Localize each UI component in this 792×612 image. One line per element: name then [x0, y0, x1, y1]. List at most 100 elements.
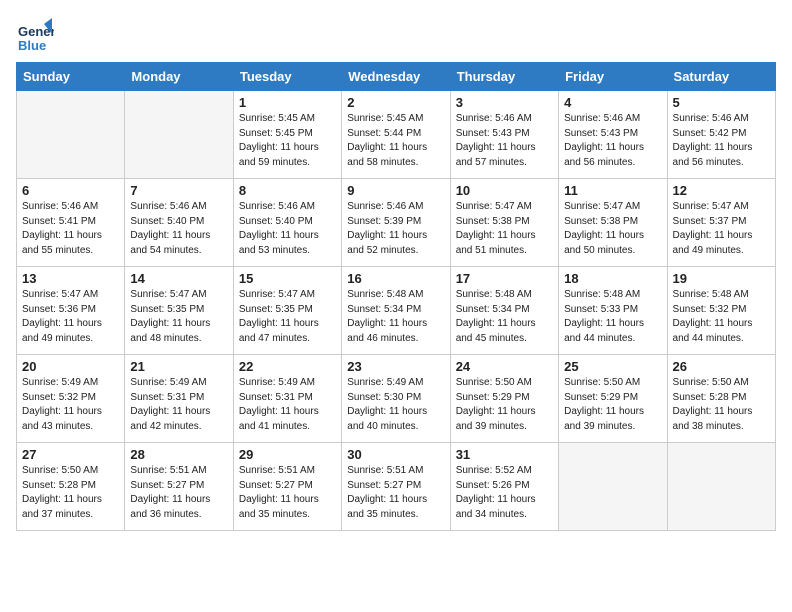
- calendar-cell: 22 Sunrise: 5:49 AM Sunset: 5:31 PM Dayli…: [233, 355, 341, 443]
- calendar-cell: 8 Sunrise: 5:46 AM Sunset: 5:40 PM Daylig…: [233, 179, 341, 267]
- day-info: Sunrise: 5:46 AM Sunset: 5:43 PM Dayligh…: [456, 112, 553, 170]
- day-number: 18: [564, 271, 661, 286]
- day-info: Sunrise: 5:50 AM Sunset: 5:29 PM Dayligh…: [456, 376, 553, 434]
- calendar-cell: 10 Sunrise: 5:47 AM Sunset: 5:38 PM Dayli…: [450, 179, 558, 267]
- logo: General Blue: [16, 16, 58, 54]
- day-number: 11: [564, 183, 661, 198]
- column-header-saturday: Saturday: [667, 63, 775, 91]
- day-info: Sunrise: 5:47 AM Sunset: 5:38 PM Dayligh…: [456, 200, 553, 258]
- day-info: Sunrise: 5:46 AM Sunset: 5:41 PM Dayligh…: [22, 200, 119, 258]
- calendar-cell: 25 Sunrise: 5:50 AM Sunset: 5:29 PM Dayli…: [559, 355, 667, 443]
- calendar-cell: 27 Sunrise: 5:50 AM Sunset: 5:28 PM Dayli…: [17, 443, 125, 531]
- day-number: 19: [673, 271, 770, 286]
- calendar-cell: 5 Sunrise: 5:46 AM Sunset: 5:42 PM Daylig…: [667, 91, 775, 179]
- calendar-cell: 30Sunrise: 5:51 AM Sunset: 5:27 PM Dayli…: [342, 443, 450, 531]
- day-number: 13: [22, 271, 119, 286]
- day-info: Sunrise: 5:49 AM Sunset: 5:31 PM Dayligh…: [239, 376, 336, 434]
- calendar-cell: 21Sunrise: 5:49 AM Sunset: 5:31 PM Dayli…: [125, 355, 233, 443]
- page-header: General Blue: [16, 16, 776, 54]
- day-number: 5: [673, 95, 770, 110]
- day-info: Sunrise: 5:46 AM Sunset: 5:42 PM Dayligh…: [673, 112, 770, 170]
- day-number: 12: [673, 183, 770, 198]
- calendar-cell: [125, 91, 233, 179]
- day-number: 1: [239, 95, 336, 110]
- day-info: Sunrise: 5:47 AM Sunset: 5:36 PM Dayligh…: [22, 288, 119, 346]
- calendar-cell: 4Sunrise: 5:46 AM Sunset: 5:43 PM Daylig…: [559, 91, 667, 179]
- day-info: Sunrise: 5:48 AM Sunset: 5:34 PM Dayligh…: [456, 288, 553, 346]
- day-number: 9: [347, 183, 444, 198]
- calendar-cell: 31 Sunrise: 5:52 AM Sunset: 5:26 PM Dayli…: [450, 443, 558, 531]
- calendar-cell: 14Sunrise: 5:47 AM Sunset: 5:35 PM Dayli…: [125, 267, 233, 355]
- day-info: Sunrise: 5:50 AM Sunset: 5:28 PM Dayligh…: [673, 376, 770, 434]
- day-number: 17: [456, 271, 553, 286]
- day-number: 25: [564, 359, 661, 374]
- column-header-monday: Monday: [125, 63, 233, 91]
- calendar-cell: [559, 443, 667, 531]
- calendar-week-row: 1Sunrise: 5:45 AM Sunset: 5:45 PM Daylig…: [17, 91, 776, 179]
- day-info: Sunrise: 5:49 AM Sunset: 5:32 PM Dayligh…: [22, 376, 119, 434]
- calendar-week-row: 27 Sunrise: 5:50 AM Sunset: 5:28 PM Dayli…: [17, 443, 776, 531]
- day-info: Sunrise: 5:48 AM Sunset: 5:32 PM Dayligh…: [673, 288, 770, 346]
- calendar-cell: 18 Sunrise: 5:48 AM Sunset: 5:33 PM Dayli…: [559, 267, 667, 355]
- day-number: 2: [347, 95, 444, 110]
- calendar-week-row: 6 Sunrise: 5:46 AM Sunset: 5:41 PM Daylig…: [17, 179, 776, 267]
- calendar-week-row: 20 Sunrise: 5:49 AM Sunset: 5:32 PM Dayli…: [17, 355, 776, 443]
- calendar-cell: [17, 91, 125, 179]
- day-info: Sunrise: 5:47 AM Sunset: 5:35 PM Dayligh…: [239, 288, 336, 346]
- calendar-cell: 16Sunrise: 5:48 AM Sunset: 5:34 PM Dayli…: [342, 267, 450, 355]
- column-header-thursday: Thursday: [450, 63, 558, 91]
- day-number: 24: [456, 359, 553, 374]
- day-number: 29: [239, 447, 336, 462]
- day-number: 28: [130, 447, 227, 462]
- day-number: 6: [22, 183, 119, 198]
- calendar-cell: 2 Sunrise: 5:45 AM Sunset: 5:44 PM Daylig…: [342, 91, 450, 179]
- calendar-cell: 26Sunrise: 5:50 AM Sunset: 5:28 PM Dayli…: [667, 355, 775, 443]
- calendar-week-row: 13 Sunrise: 5:47 AM Sunset: 5:36 PM Dayli…: [17, 267, 776, 355]
- calendar-cell: 23Sunrise: 5:49 AM Sunset: 5:30 PM Dayli…: [342, 355, 450, 443]
- calendar-header-row: SundayMondayTuesdayWednesdayThursdayFrid…: [17, 63, 776, 91]
- calendar-cell: 15 Sunrise: 5:47 AM Sunset: 5:35 PM Dayli…: [233, 267, 341, 355]
- day-info: Sunrise: 5:46 AM Sunset: 5:40 PM Dayligh…: [130, 200, 227, 258]
- day-number: 22: [239, 359, 336, 374]
- day-number: 20: [22, 359, 119, 374]
- day-info: Sunrise: 5:52 AM Sunset: 5:26 PM Dayligh…: [456, 464, 553, 522]
- day-info: Sunrise: 5:46 AM Sunset: 5:40 PM Dayligh…: [239, 200, 336, 258]
- day-info: Sunrise: 5:50 AM Sunset: 5:28 PM Dayligh…: [22, 464, 119, 522]
- calendar-cell: 1Sunrise: 5:45 AM Sunset: 5:45 PM Daylig…: [233, 91, 341, 179]
- calendar-cell: [667, 443, 775, 531]
- day-info: Sunrise: 5:47 AM Sunset: 5:37 PM Dayligh…: [673, 200, 770, 258]
- calendar-cell: 17 Sunrise: 5:48 AM Sunset: 5:34 PM Dayli…: [450, 267, 558, 355]
- calendar-table: SundayMondayTuesdayWednesdayThursdayFrid…: [16, 62, 776, 531]
- day-number: 16: [347, 271, 444, 286]
- calendar-cell: 13 Sunrise: 5:47 AM Sunset: 5:36 PM Dayli…: [17, 267, 125, 355]
- column-header-friday: Friday: [559, 63, 667, 91]
- calendar-cell: 12 Sunrise: 5:47 AM Sunset: 5:37 PM Dayli…: [667, 179, 775, 267]
- calendar-cell: 19 Sunrise: 5:48 AM Sunset: 5:32 PM Dayli…: [667, 267, 775, 355]
- day-info: Sunrise: 5:49 AM Sunset: 5:30 PM Dayligh…: [347, 376, 444, 434]
- calendar-cell: 28 Sunrise: 5:51 AM Sunset: 5:27 PM Dayli…: [125, 443, 233, 531]
- day-number: 10: [456, 183, 553, 198]
- day-number: 15: [239, 271, 336, 286]
- day-number: 8: [239, 183, 336, 198]
- day-number: 4: [564, 95, 661, 110]
- calendar-cell: 24 Sunrise: 5:50 AM Sunset: 5:29 PM Dayli…: [450, 355, 558, 443]
- calendar-cell: 11 Sunrise: 5:47 AM Sunset: 5:38 PM Dayli…: [559, 179, 667, 267]
- day-info: Sunrise: 5:45 AM Sunset: 5:44 PM Dayligh…: [347, 112, 444, 170]
- day-info: Sunrise: 5:50 AM Sunset: 5:29 PM Dayligh…: [564, 376, 661, 434]
- day-info: Sunrise: 5:51 AM Sunset: 5:27 PM Dayligh…: [347, 464, 444, 522]
- day-number: 27: [22, 447, 119, 462]
- day-info: Sunrise: 5:51 AM Sunset: 5:27 PM Dayligh…: [239, 464, 336, 522]
- day-info: Sunrise: 5:47 AM Sunset: 5:38 PM Dayligh…: [564, 200, 661, 258]
- day-info: Sunrise: 5:49 AM Sunset: 5:31 PM Dayligh…: [130, 376, 227, 434]
- day-info: Sunrise: 5:51 AM Sunset: 5:27 PM Dayligh…: [130, 464, 227, 522]
- calendar-cell: 29 Sunrise: 5:51 AM Sunset: 5:27 PM Dayli…: [233, 443, 341, 531]
- logo-icon: General Blue: [16, 16, 54, 54]
- day-number: 3: [456, 95, 553, 110]
- calendar-cell: 20 Sunrise: 5:49 AM Sunset: 5:32 PM Dayli…: [17, 355, 125, 443]
- day-number: 31: [456, 447, 553, 462]
- calendar-cell: 3 Sunrise: 5:46 AM Sunset: 5:43 PM Daylig…: [450, 91, 558, 179]
- day-info: Sunrise: 5:48 AM Sunset: 5:33 PM Dayligh…: [564, 288, 661, 346]
- day-number: 7: [130, 183, 227, 198]
- calendar-cell: 7 Sunrise: 5:46 AM Sunset: 5:40 PM Daylig…: [125, 179, 233, 267]
- calendar-cell: 6 Sunrise: 5:46 AM Sunset: 5:41 PM Daylig…: [17, 179, 125, 267]
